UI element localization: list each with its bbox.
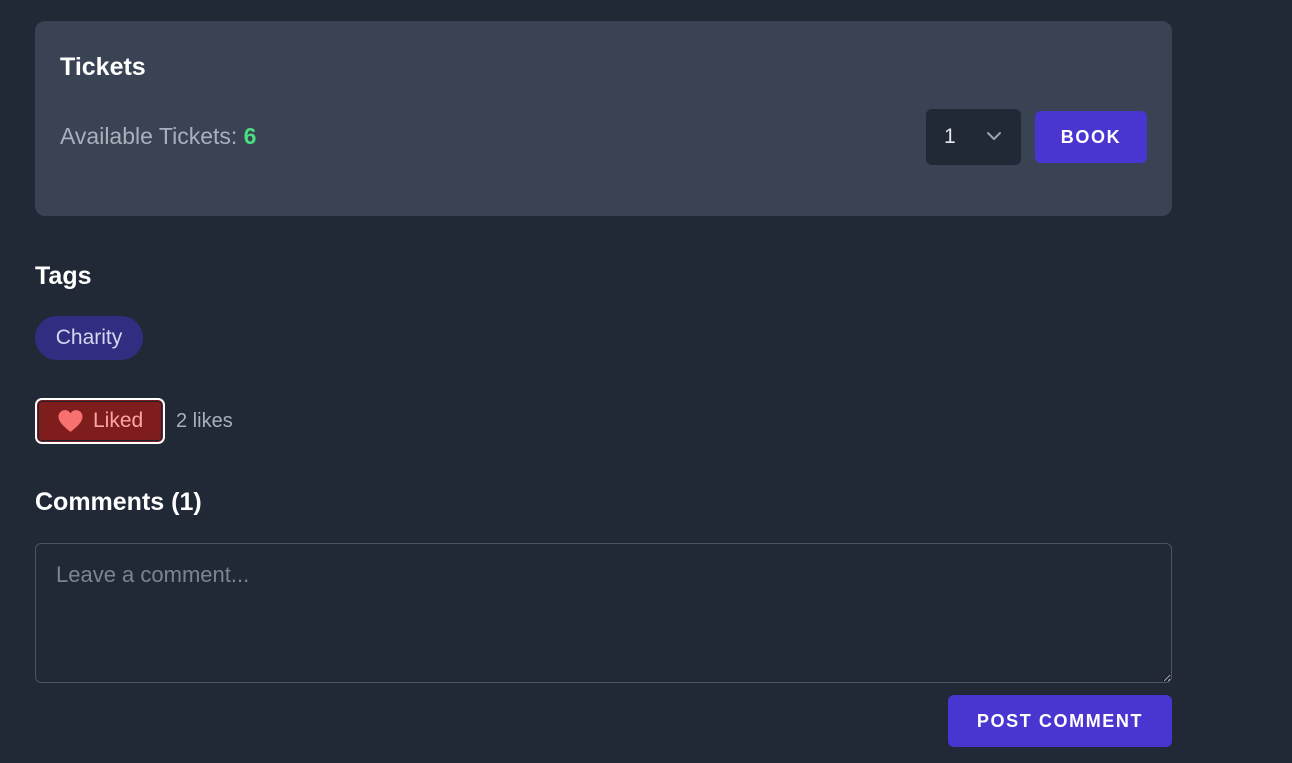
likes-count: 2 likes (176, 410, 233, 432)
tickets-card: Tickets Available Tickets: 6 1 BOOK (35, 21, 1172, 216)
heart-icon (58, 410, 83, 432)
ticket-quantity-value: 1 (944, 125, 956, 148)
tag-charity[interactable]: Charity (35, 316, 143, 360)
comment-input[interactable] (35, 543, 1172, 683)
available-tickets: Available Tickets: 6 (60, 121, 256, 151)
available-tickets-label: Available Tickets: (60, 123, 238, 149)
chevron-down-icon (987, 132, 1001, 140)
ticket-quantity-select[interactable]: 1 (926, 109, 1021, 165)
like-button-label: Liked (93, 409, 144, 432)
tags-title: Tags (35, 262, 92, 290)
event-detail-content: Tickets Available Tickets: 6 1 BOOK Tags… (35, 21, 1172, 747)
post-comment-button[interactable]: POST COMMENT (948, 695, 1172, 747)
book-button[interactable]: BOOK (1035, 111, 1147, 163)
comments-title: Comments (1) (35, 488, 202, 516)
available-tickets-count: 6 (243, 123, 257, 149)
like-button[interactable]: Liked (35, 398, 165, 444)
tickets-title: Tickets (60, 53, 146, 81)
